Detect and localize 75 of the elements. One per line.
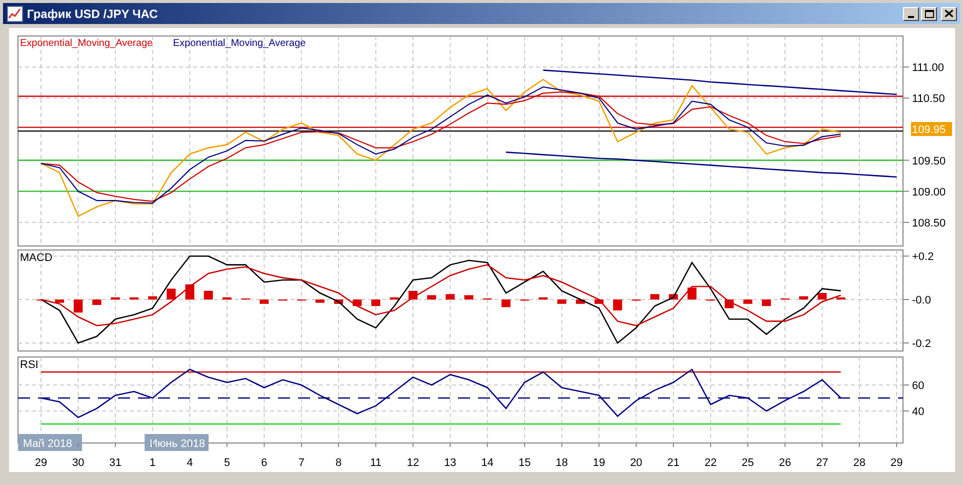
histogram-bar: [148, 296, 158, 300]
date-label: 1: [150, 457, 156, 469]
date-label: 8: [336, 457, 342, 469]
histogram-bar: [688, 288, 696, 300]
axis-tick-label: -0.0: [912, 294, 931, 307]
histogram-bar: [92, 300, 102, 305]
histogram-bar: [668, 294, 678, 300]
histogram-bar: [576, 300, 585, 304]
histogram-bar: [502, 300, 510, 308]
close-icon: [945, 10, 953, 17]
window-title: График USD /JPY ЧАС: [27, 6, 158, 22]
axis-tick-label: 111.00: [912, 62, 944, 74]
date-label: 20: [630, 457, 642, 469]
histogram-bar: [613, 300, 622, 310]
axis-tick-label: 110.50: [912, 93, 945, 106]
histogram-bar: [743, 300, 752, 304]
histogram-bar: [836, 297, 846, 300]
histogram-bar: [260, 300, 269, 304]
date-label: 29: [890, 457, 903, 469]
histogram-bar: [334, 300, 344, 304]
date-label: 15: [518, 457, 531, 469]
histogram-bar: [130, 297, 138, 300]
date-label: 21: [667, 457, 680, 469]
date-label: 6: [261, 457, 268, 469]
axis-tick-label: 108.50: [912, 217, 946, 230]
month-label: Июнь 2018: [144, 434, 209, 451]
date-label: 31: [109, 457, 122, 469]
date-label: 13: [444, 457, 456, 469]
histogram-bar: [222, 297, 232, 300]
price-label: 109.95: [911, 122, 952, 136]
histogram-bar: [110, 297, 120, 300]
date-label: 30: [72, 457, 84, 469]
date-label: 27: [816, 457, 828, 469]
histogram-bar: [390, 297, 399, 300]
histogram-bar: [799, 296, 808, 300]
histogram-bar: [650, 294, 660, 300]
maximize-button[interactable]: [921, 6, 937, 20]
date-label: 19: [592, 457, 606, 469]
date-label: 4: [186, 457, 193, 469]
date-label: 28: [853, 457, 866, 469]
axis-tick-label: +0.2: [912, 251, 934, 264]
legend-label: Exponential_Moving_Average: [20, 38, 153, 49]
minimize-button[interactable]: [903, 6, 919, 20]
histogram-bar: [55, 300, 64, 303]
histogram-bar: [594, 300, 604, 304]
panel-title: MACD: [20, 252, 52, 264]
date-label: 18: [556, 457, 568, 469]
histogram-bar: [316, 300, 324, 303]
date-label: 29: [34, 457, 48, 469]
axis-tick-label: 60: [912, 380, 924, 392]
histogram-bar: [538, 297, 548, 300]
date-label: 25: [742, 457, 754, 469]
date-label: 12: [406, 457, 420, 469]
panel-title: RSI: [20, 359, 38, 371]
legend-label: Exponential_Moving_Average: [173, 38, 306, 49]
histogram-bar: [427, 295, 436, 300]
chart-icon: [7, 6, 23, 22]
date-label: 14: [481, 457, 494, 469]
histogram-bar: [446, 294, 455, 300]
axis-tick-label: -0.2: [912, 338, 931, 350]
month-label: Май 2018: [18, 434, 82, 451]
histogram-bar: [74, 300, 83, 313]
date-label: 22: [704, 457, 717, 469]
date-label: 5: [224, 457, 230, 469]
histogram-bar: [166, 288, 176, 300]
axis-tick-label: 40: [912, 406, 924, 418]
date-label: 26: [778, 457, 792, 469]
histogram-bar: [818, 293, 827, 300]
histogram-bar: [557, 300, 566, 304]
histogram-bar: [464, 295, 474, 300]
date-label: 11: [370, 457, 382, 469]
axis-tick-label: 109.50: [912, 155, 946, 168]
axis-tick-label: 109.00: [912, 186, 946, 198]
close-button[interactable]: [941, 6, 957, 20]
date-label: 7: [298, 457, 304, 469]
